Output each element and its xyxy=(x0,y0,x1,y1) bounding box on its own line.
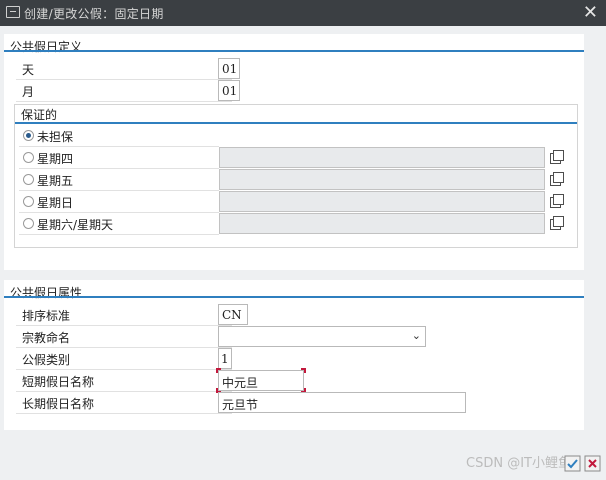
short-name-row: 短期假日名称 xyxy=(16,370,232,392)
short-name-label: 短期假日名称 xyxy=(22,375,95,389)
definition-panel-divider xyxy=(4,50,584,52)
radio-label: 星期日 xyxy=(37,196,74,210)
radio-label: 星期六/星期天 xyxy=(37,218,114,232)
religion-row: 宗教命名 xyxy=(16,326,232,348)
sort-key-row: 排序标准 xyxy=(16,304,232,326)
religion-dropdown[interactable]: ⌄ xyxy=(218,326,426,347)
friday-field xyxy=(219,169,545,190)
radio-button[interactable] xyxy=(23,152,34,163)
thursday-field xyxy=(219,147,545,168)
radio-button[interactable] xyxy=(23,218,34,229)
guarantee-group-divider xyxy=(15,122,577,124)
window-icon xyxy=(6,6,20,18)
day-field[interactable]: 01 xyxy=(218,58,240,79)
day-label: 天 xyxy=(22,63,35,77)
watermark: CSDN @IT小鲤鱼 xyxy=(466,456,571,471)
attributes-panel: 公共假日属性 排序标准 CN 宗教命名 ⌄ 公假类别 1 短期假日名称 中元旦 … xyxy=(4,280,584,430)
continue-icon[interactable] xyxy=(564,455,581,472)
sort-key-label: 排序标准 xyxy=(22,309,71,323)
copy-icon[interactable] xyxy=(549,194,564,208)
long-name-field[interactable]: 元旦节 xyxy=(218,392,466,413)
definition-panel: 公共假日定义 天 01 月 01 保证的 未担保 星期四 星期五 星期日 星期六… xyxy=(4,34,584,270)
month-field[interactable]: 01 xyxy=(218,80,240,101)
month-label: 月 xyxy=(22,85,35,99)
holiday-class-field[interactable]: 1 xyxy=(218,348,232,369)
month-row: 月 xyxy=(16,80,232,102)
cancel-icon[interactable] xyxy=(584,455,601,472)
long-name-row: 长期假日名称 xyxy=(16,392,232,414)
sort-key-field[interactable]: CN xyxy=(218,304,248,325)
radio-button-selected[interactable] xyxy=(23,130,34,141)
attributes-panel-title: 公共假日属性 xyxy=(10,286,83,300)
radio-label: 未担保 xyxy=(37,130,74,144)
sunday-field xyxy=(219,191,545,212)
radio-row-friday[interactable]: 星期五 xyxy=(19,169,219,191)
radio-button[interactable] xyxy=(23,174,34,185)
chevron-down-icon[interactable]: ⌄ xyxy=(412,329,421,342)
definition-panel-title: 公共假日定义 xyxy=(10,40,83,54)
radio-row-weekend[interactable]: 星期六/星期天 xyxy=(19,213,219,235)
copy-icon[interactable] xyxy=(549,216,564,230)
focus-marker xyxy=(216,368,221,373)
window-titlebar: 创建/更改公假：固定日期 ✕ xyxy=(0,0,606,26)
copy-icon[interactable] xyxy=(549,172,564,186)
short-name-field[interactable]: 中元旦 xyxy=(218,370,304,391)
long-name-label: 长期假日名称 xyxy=(22,397,95,411)
radio-label: 星期五 xyxy=(37,174,74,188)
focus-marker xyxy=(301,368,306,373)
radio-button[interactable] xyxy=(23,196,34,207)
holiday-class-row: 公假类别 xyxy=(16,348,232,370)
window-title: 创建/更改公假：固定日期 xyxy=(24,7,164,21)
copy-icon[interactable] xyxy=(549,150,564,164)
radio-row-thursday[interactable]: 星期四 xyxy=(19,147,219,169)
radio-row-sunday[interactable]: 星期日 xyxy=(19,191,219,213)
radio-row-unguaranteed[interactable]: 未担保 xyxy=(19,125,219,147)
day-row: 天 xyxy=(16,58,232,80)
attributes-panel-divider xyxy=(4,296,584,298)
religion-label: 宗教命名 xyxy=(22,331,71,345)
guarantee-group-title: 保证的 xyxy=(21,108,58,122)
close-icon[interactable]: ✕ xyxy=(583,2,598,23)
weekend-field xyxy=(219,213,545,234)
holiday-class-label: 公假类别 xyxy=(22,353,71,367)
radio-label: 星期四 xyxy=(37,152,74,166)
guarantee-group: 保证的 未担保 星期四 星期五 星期日 星期六/星期天 xyxy=(14,104,578,248)
